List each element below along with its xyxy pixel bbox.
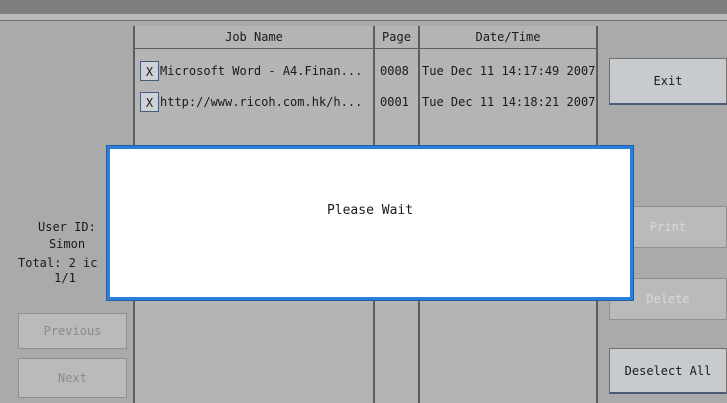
deselect-all-button[interactable]: Deselect All xyxy=(609,348,727,394)
page-indicator: 1/1 xyxy=(54,271,76,285)
total-count: Total: 2 ic xyxy=(18,256,98,270)
column-header-datetime: Date/Time xyxy=(475,30,541,44)
top-bar xyxy=(0,0,727,14)
row-1-cancel-button[interactable]: X xyxy=(140,61,159,81)
previous-button[interactable]: Previous xyxy=(18,313,127,349)
user-name: Simon xyxy=(48,237,86,251)
exit-button[interactable]: Exit xyxy=(609,58,727,105)
please-wait-dialog: Please Wait xyxy=(107,146,633,300)
row-2-datetime: Tue Dec 11 14:18:21 2007 xyxy=(422,95,596,109)
column-header-job-name: Job Name xyxy=(225,30,283,44)
dialog-message: Please Wait xyxy=(326,203,414,218)
printer-panel-screen: Job Name Page Date/Time X Microsoft Word… xyxy=(0,0,727,403)
column-header-page: Page xyxy=(382,30,411,44)
top-divider xyxy=(0,14,727,21)
user-id-label: User ID: xyxy=(38,220,96,234)
row-1-datetime: Tue Dec 11 14:17:49 2007 xyxy=(422,64,596,78)
row-1-job-name: Microsoft Word - A4.Finan... xyxy=(160,64,363,78)
row-1-page: 0008 xyxy=(380,64,409,78)
next-button[interactable]: Next xyxy=(18,358,127,398)
row-2-page: 0001 xyxy=(380,95,409,109)
row-2-job-name: http://www.ricoh.com.hk/h... xyxy=(160,95,363,109)
table-header-divider xyxy=(133,48,598,49)
row-2-cancel-button[interactable]: X xyxy=(140,92,159,112)
